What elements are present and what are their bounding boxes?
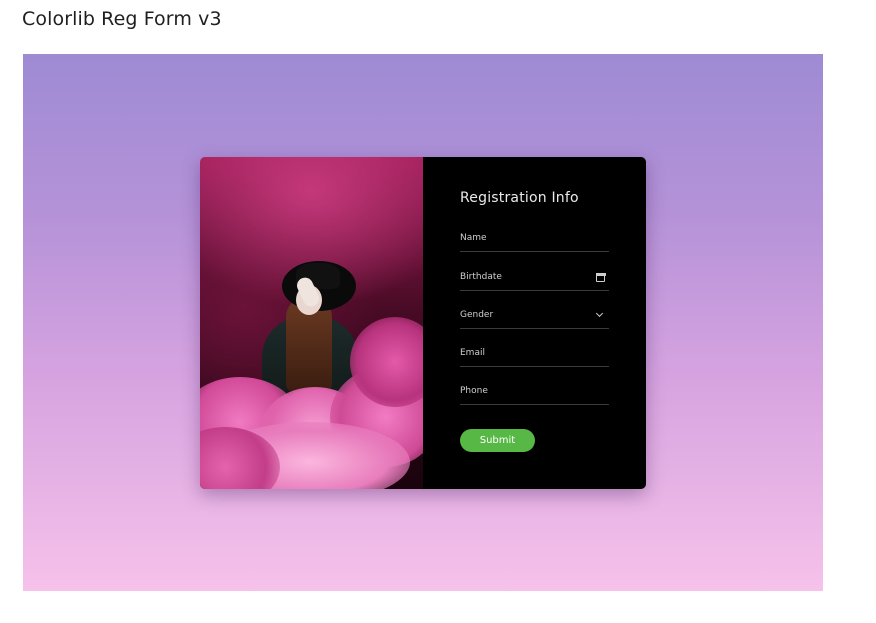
gender-placeholder: Gender [460, 310, 494, 320]
name-field[interactable]: Name [460, 229, 609, 252]
birthdate-field[interactable]: Birthdate [460, 268, 609, 291]
chevron-down-icon[interactable] [595, 309, 604, 318]
submit-button[interactable]: Submit [460, 429, 535, 452]
name-placeholder: Name [460, 233, 487, 243]
form-title: Registration Info [460, 190, 579, 206]
form-stage: Registration Info Name Birthdate Gender … [23, 54, 823, 591]
birthdate-placeholder: Birthdate [460, 272, 502, 282]
gender-select[interactable]: Gender [460, 306, 609, 329]
phone-placeholder: Phone [460, 386, 488, 396]
registration-card: Registration Info Name Birthdate Gender … [200, 157, 646, 489]
email-placeholder: Email [460, 348, 485, 358]
calendar-icon[interactable] [595, 272, 606, 282]
form-panel: Registration Info Name Birthdate Gender … [423, 157, 646, 489]
page-title: Colorlib Reg Form v3 [22, 8, 222, 30]
email-field[interactable]: Email [460, 344, 609, 367]
phone-field[interactable]: Phone [460, 382, 609, 405]
hero-photo [200, 157, 423, 489]
